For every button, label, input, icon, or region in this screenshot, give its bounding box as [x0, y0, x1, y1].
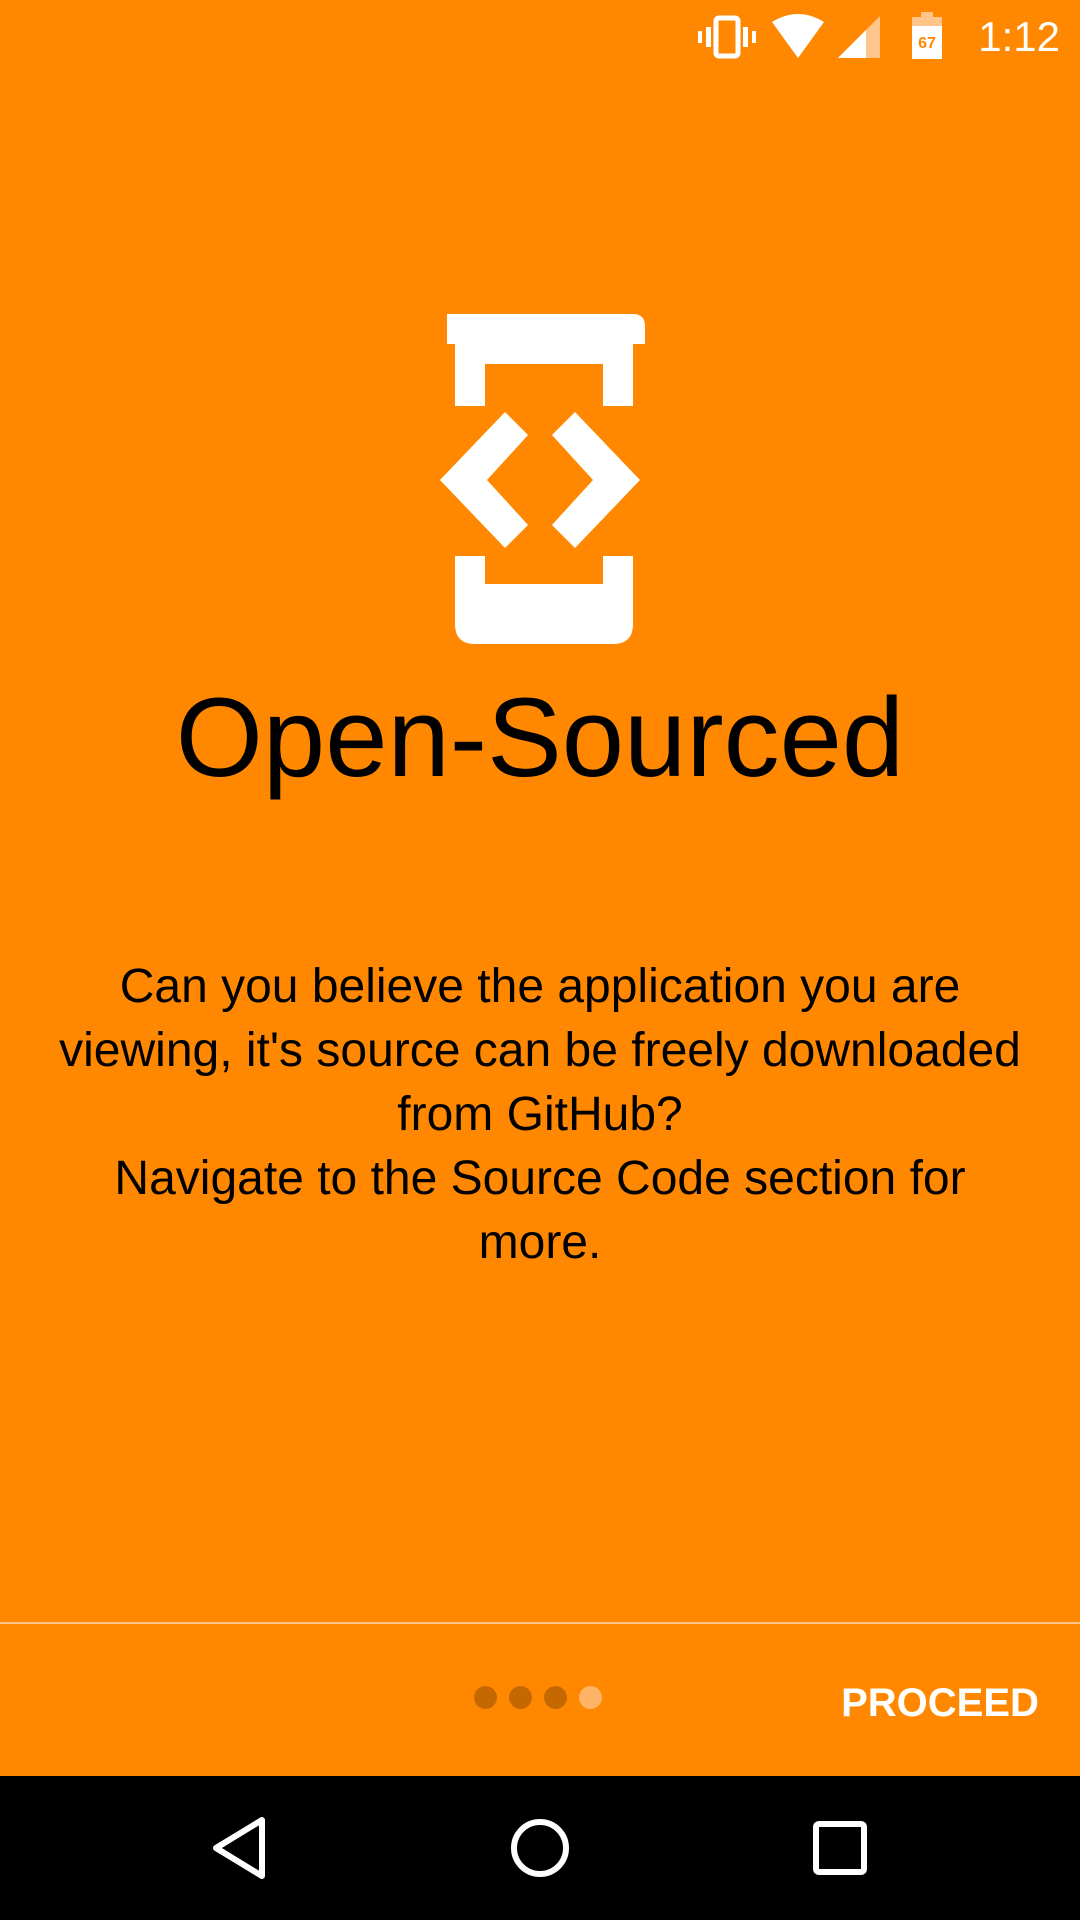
developer-mode-icon: [440, 314, 645, 644]
proceed-button[interactable]: PROCEED: [830, 1668, 1050, 1738]
page-dot-active[interactable]: [579, 1686, 602, 1709]
status-bar: 67 1:12: [0, 0, 1080, 75]
page-dot[interactable]: [474, 1686, 497, 1709]
navigation-bar: [0, 1776, 1080, 1920]
page-title: Open-Sourced: [175, 675, 905, 800]
home-icon[interactable]: [498, 1806, 582, 1890]
description-line: Can you believe the application you are …: [59, 960, 1021, 1141]
description: Can you believe the application you are …: [50, 955, 1030, 1275]
footer-divider: [0, 1622, 1080, 1624]
page-indicator: [474, 1686, 602, 1710]
page-dot[interactable]: [509, 1686, 532, 1709]
back-icon[interactable]: [198, 1806, 282, 1890]
status-time: 1:12: [978, 13, 1060, 60]
signal-icon: [838, 16, 880, 58]
battery-icon: 67: [912, 12, 942, 59]
description-line: Navigate to the Source Code section for …: [114, 1152, 966, 1269]
svg-text:67: 67: [918, 35, 936, 52]
recents-icon[interactable]: [798, 1806, 882, 1890]
page-dot[interactable]: [544, 1686, 567, 1709]
vibrate-icon: [698, 15, 756, 59]
wifi-icon: [772, 14, 824, 58]
